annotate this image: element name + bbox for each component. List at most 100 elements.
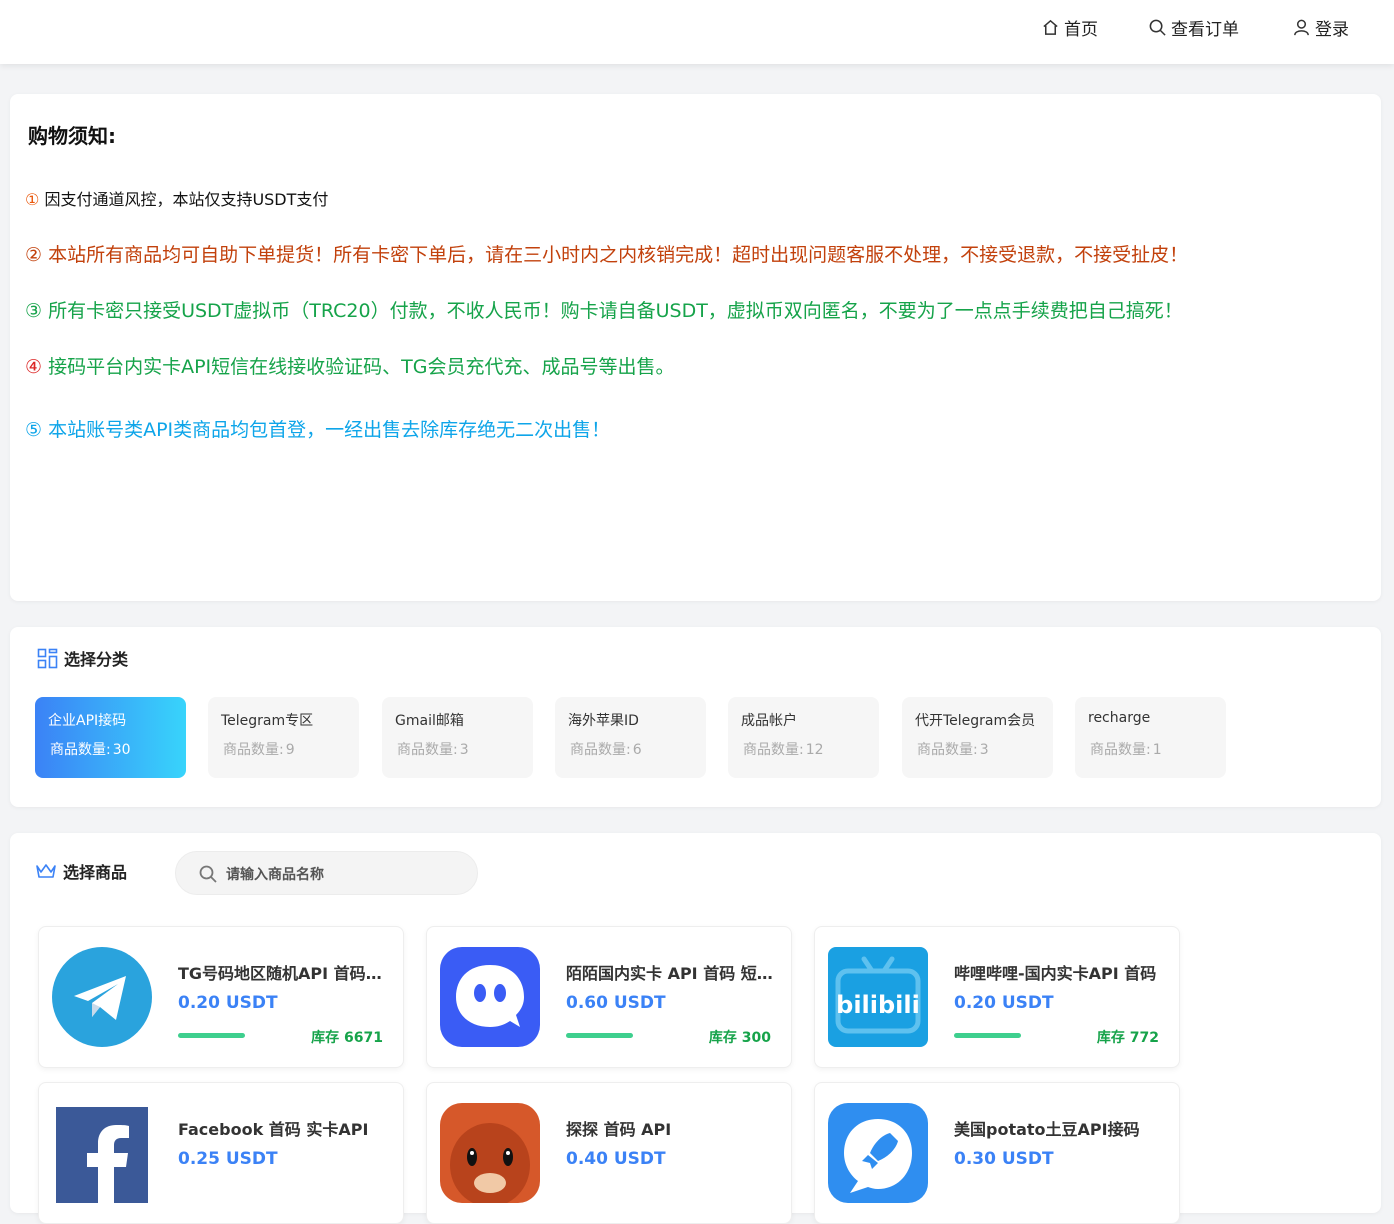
svg-text:bilibili: bilibili bbox=[836, 991, 920, 1019]
notice-item-2: ② 本站所有商品均可自助下单提货！所有卡密下单后，请在三小时内之内核销完成！超时… bbox=[25, 240, 1188, 267]
count-label: 商品数量: bbox=[223, 742, 284, 758]
product-name: 美国potato土豆API接码 bbox=[954, 1120, 1140, 1139]
stock-bar bbox=[954, 1033, 1021, 1038]
notice-marker: ② bbox=[25, 244, 43, 266]
product-item-potato-api[interactable]: 美国potato土豆API接码 0.30 USDT bbox=[814, 1082, 1180, 1224]
grid-icon bbox=[37, 648, 58, 668]
notice-marker: ④ bbox=[25, 356, 43, 378]
notice-text: 接码平台内实卡API短信在线接收验证码、TG会员充代充、成品号等出售。 bbox=[48, 356, 675, 378]
crown-icon bbox=[36, 864, 56, 878]
count-label: 商品数量: bbox=[397, 742, 458, 758]
notice-marker: ③ bbox=[25, 300, 43, 322]
category-name: 代开Telegram会员 bbox=[915, 713, 1036, 729]
category-name: 海外苹果ID bbox=[568, 713, 639, 729]
product-search bbox=[175, 851, 478, 895]
count-value: 3 bbox=[979, 742, 989, 758]
product-name: TG号码地区随机API 首码实卡 bbox=[178, 964, 393, 983]
shopping-notice-card: 购物须知: ① 因支付通道风控，本站仅支持USDT支付 ② 本站所有商品均可自助… bbox=[10, 94, 1381, 601]
search-icon bbox=[1149, 19, 1166, 36]
product-price: 0.20 USDT bbox=[178, 993, 278, 1013]
category-recharge[interactable]: recharge 商品数量: 1 bbox=[1075, 697, 1226, 778]
notice-text: 本站账号类API类商品均包首登，一经出售去除库存绝无二次出售！ bbox=[48, 419, 611, 441]
category-gmail[interactable]: Gmail邮箱 商品数量: 3 bbox=[382, 697, 533, 778]
category-name: Telegram专区 bbox=[221, 713, 314, 729]
count-label: 商品数量: bbox=[743, 742, 804, 758]
product-section-title: 选择商品 bbox=[35, 859, 127, 883]
nav-login-link[interactable]: 登录 bbox=[1292, 14, 1349, 40]
product-search-input[interactable] bbox=[224, 862, 458, 888]
notice-text: 本站所有商品均可自助下单提货！所有卡密下单后，请在三小时内之内核销完成！超时出现… bbox=[48, 244, 1189, 266]
facebook-icon bbox=[52, 1103, 152, 1203]
nav-orders-label: 查看订单 bbox=[1171, 19, 1239, 40]
product-item-tantan-api[interactable]: 探探 首码 API 0.40 USDT bbox=[426, 1082, 792, 1224]
category-name: recharge bbox=[1088, 710, 1151, 726]
telegram-icon bbox=[52, 947, 152, 1047]
stock-bar bbox=[178, 1033, 245, 1038]
product-stock: 库存 300 bbox=[709, 1027, 771, 1047]
category-card: 选择分类 企业API接码 商品数量: 30 Telegram专区 商品数量: 9 G… bbox=[10, 627, 1381, 807]
count-value: 1 bbox=[1152, 742, 1162, 758]
count-value: 9 bbox=[285, 742, 295, 758]
nav-login-label: 登录 bbox=[1315, 19, 1349, 40]
product-card: 选择商品 TG号码地区随机API 首码实卡 0.20 USDT 库存 6671 bbox=[10, 833, 1381, 1224]
stock-value: 300 bbox=[741, 1030, 771, 1046]
product-title-label: 选择商品 bbox=[63, 863, 128, 882]
category-count: 商品数量: 3 bbox=[395, 739, 533, 759]
product-item-facebook-api[interactable]: Facebook 首码 实卡API 0.25 USDT bbox=[38, 1082, 404, 1224]
category-title-label: 选择分类 bbox=[64, 650, 129, 669]
stock-bar bbox=[566, 1033, 633, 1038]
product-item-bilibili-api[interactable]: bilibili 哔哩哔哩-国内实卡API 首码 0.20 USDT 库存 77… bbox=[814, 926, 1180, 1068]
home-icon bbox=[1043, 19, 1058, 35]
category-ready-accounts[interactable]: 成品帐户 商品数量: 12 bbox=[728, 697, 879, 778]
count-value: 6 bbox=[632, 742, 642, 758]
product-price: 0.20 USDT bbox=[954, 993, 1054, 1013]
category-count: 商品数量: 6 bbox=[568, 739, 706, 759]
product-price: 0.30 USDT bbox=[954, 1149, 1054, 1169]
stock-label: 库存 bbox=[311, 1030, 340, 1046]
nav-home-label: 首页 bbox=[1064, 19, 1098, 40]
notice-title: 购物须知: bbox=[28, 124, 116, 148]
category-name: Gmail邮箱 bbox=[395, 713, 464, 729]
product-stock: 库存 772 bbox=[1097, 1027, 1159, 1047]
product-name: Facebook 首码 实卡API bbox=[178, 1120, 369, 1139]
category-section-title: 选择分类 bbox=[37, 646, 128, 670]
notice-item-3: ③ 所有卡密只接受USDT虚拟币（TRC20）付款，不收人民币！购卡请自备USD… bbox=[25, 296, 1183, 323]
notice-text: 因支付通道风控，本站仅支持USDT支付 bbox=[44, 190, 329, 209]
bilibili-icon: bilibili bbox=[828, 947, 928, 1047]
count-label: 商品数量: bbox=[1090, 742, 1151, 758]
category-count: 商品数量: 30 bbox=[48, 739, 186, 759]
count-label: 商品数量: bbox=[917, 742, 978, 758]
product-item-momo-api[interactable]: 陌陌国内实卡 API 首码 短信接码 0.60 USDT 库存 300 bbox=[426, 926, 792, 1068]
category-enterprise-api[interactable]: 企业API接码 商品数量: 30 bbox=[35, 697, 186, 778]
notice-marker: ⑤ bbox=[25, 419, 43, 441]
category-count: 商品数量: 3 bbox=[915, 739, 1053, 759]
potato-icon bbox=[828, 1103, 928, 1203]
user-icon bbox=[1294, 19, 1309, 35]
notice-text: 所有卡密只接受USDT虚拟币（TRC20）付款，不收人民币！购卡请自备USDT，… bbox=[48, 300, 1183, 322]
stock-label: 库存 bbox=[708, 1030, 737, 1046]
count-label: 商品数量: bbox=[570, 742, 631, 758]
nav-orders-link[interactable]: 查看订单 bbox=[1148, 14, 1239, 40]
category-telegram[interactable]: Telegram专区 商品数量: 9 bbox=[208, 697, 359, 778]
product-price: 0.40 USDT bbox=[566, 1149, 666, 1169]
category-telegram-premium[interactable]: 代开Telegram会员 商品数量: 3 bbox=[902, 697, 1053, 778]
tantan-icon bbox=[440, 1103, 540, 1203]
category-apple-id[interactable]: 海外苹果ID 商品数量: 6 bbox=[555, 697, 706, 778]
product-stock: 库存 6671 bbox=[311, 1027, 383, 1047]
count-value: 3 bbox=[459, 742, 469, 758]
notice-item-4: ④ 接码平台内实卡API短信在线接收验证码、TG会员充代充、成品号等出售。 bbox=[25, 352, 674, 379]
product-price: 0.60 USDT bbox=[566, 993, 666, 1013]
stock-label: 库存 bbox=[1096, 1030, 1125, 1046]
count-value: 12 bbox=[805, 742, 824, 758]
product-item-tg-api[interactable]: TG号码地区随机API 首码实卡 0.20 USDT 库存 6671 bbox=[38, 926, 404, 1068]
stock-value: 6671 bbox=[344, 1030, 383, 1046]
count-value: 30 bbox=[112, 742, 131, 758]
top-nav-bar: 首页 查看订单 登录 bbox=[0, 0, 1394, 64]
momo-icon bbox=[440, 947, 540, 1047]
stock-value: 772 bbox=[1129, 1030, 1159, 1046]
product-name: 探探 首码 API bbox=[566, 1120, 672, 1139]
product-name: 哔哩哔哩-国内实卡API 首码 bbox=[954, 964, 1157, 983]
notice-item-5: ⑤ 本站账号类API类商品均包首登，一经出售去除库存绝无二次出售！ bbox=[25, 415, 610, 442]
nav-home-link[interactable]: 首页 bbox=[1041, 14, 1098, 40]
category-name: 成品帐户 bbox=[741, 713, 797, 729]
